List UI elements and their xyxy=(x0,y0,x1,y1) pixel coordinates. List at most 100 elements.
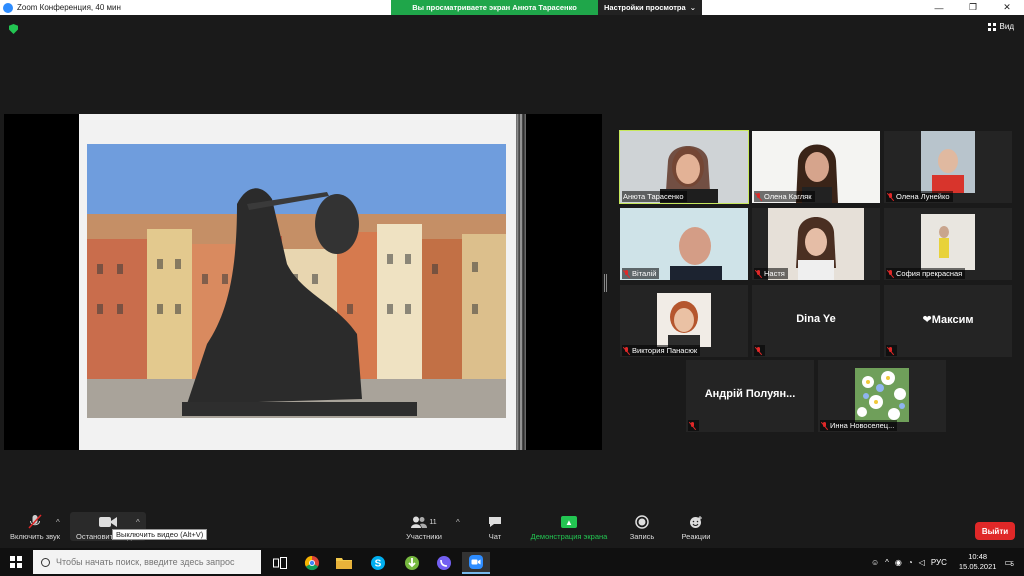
notification-count: 5 xyxy=(1010,561,1014,568)
windows-start-icon[interactable] xyxy=(10,556,22,568)
share-banner: Вы просматриваете экран Анюта Тарасенко xyxy=(391,0,598,15)
participant-display-name: ❤Максим xyxy=(922,314,974,326)
keyboard-language[interactable]: РУС xyxy=(931,558,947,567)
participants-icon: 11 xyxy=(411,512,437,532)
presentation-slide xyxy=(79,114,516,450)
video-tile[interactable]: Анюта Тарасенко xyxy=(619,130,749,204)
video-tile[interactable]: Настя xyxy=(752,208,880,280)
view-button-label: Вид xyxy=(999,22,1014,31)
reactions-button[interactable]: Реакции xyxy=(676,512,716,541)
view-button[interactable]: Вид xyxy=(987,22,1014,31)
view-settings-button[interactable]: Настройки просмотра ⌄ xyxy=(598,0,702,15)
share-screen-button[interactable]: ▲ Демонстрация экрана xyxy=(524,512,614,541)
mic-off-icon xyxy=(821,421,828,430)
mic-off-icon xyxy=(689,421,696,430)
participant-name-label: Инна Новоселец... xyxy=(820,420,898,431)
system-tray: ☺ ^ ◉ ◔ ◁ РУС 10:48 15.05.2021 ▭ 5 xyxy=(871,548,1024,576)
mic-off-icon xyxy=(887,192,894,201)
close-button[interactable]: ✕ xyxy=(990,0,1024,15)
volume-icon[interactable]: ◁ xyxy=(919,558,925,567)
share-screen-icon: ▲ xyxy=(561,516,577,528)
record-icon xyxy=(635,512,649,532)
participant-name-label xyxy=(688,420,699,431)
participants-button[interactable]: 11 Участники xyxy=(400,512,448,541)
skype-icon: S xyxy=(371,556,385,570)
wifi-icon[interactable]: ◔ xyxy=(908,558,913,567)
participants-count: 11 xyxy=(429,518,437,526)
participant-display-name: Андрій Полуян... xyxy=(704,388,796,400)
participant-name-label: Виктория Панасюк xyxy=(622,345,701,356)
audio-options-caret[interactable]: ^ xyxy=(56,518,60,527)
record-label: Запись xyxy=(629,532,655,541)
video-tile[interactable]: Олена Лунейко xyxy=(884,131,1012,203)
minimize-button[interactable]: — xyxy=(922,0,956,15)
mic-off-icon xyxy=(755,192,762,201)
maximize-button[interactable]: ❐ xyxy=(956,0,990,15)
video-tile[interactable]: Dina Ye xyxy=(752,285,880,357)
participant-name-label: Олена Кагляк xyxy=(754,191,815,202)
participant-name-label xyxy=(754,345,765,356)
video-tile[interactable]: Андрій Полуян... xyxy=(686,360,814,432)
chat-label: Чат xyxy=(488,532,502,541)
taskbar-search-box[interactable] xyxy=(33,550,261,574)
leave-meeting-button[interactable]: Выйти xyxy=(975,522,1015,540)
resize-handle[interactable] xyxy=(604,274,607,292)
shared-screen xyxy=(4,114,602,450)
viber-icon xyxy=(437,556,451,570)
chat-bubble-icon xyxy=(488,512,502,532)
taskbar-search-input[interactable] xyxy=(56,557,256,567)
mic-off-icon xyxy=(887,269,894,278)
chevron-down-icon: ⌄ xyxy=(689,3,696,12)
zoom-app-icon xyxy=(3,2,13,13)
video-tile[interactable]: Олена Кагляк xyxy=(752,131,880,203)
reactions-label: Реакции xyxy=(681,532,711,541)
participant-name-label xyxy=(886,345,897,356)
mic-off-icon xyxy=(623,269,630,278)
slide-scrollbar[interactable] xyxy=(516,114,526,450)
torrent-taskbar-button[interactable] xyxy=(398,552,426,574)
participant-name-label: София прекрасная xyxy=(886,268,966,279)
participant-display-name: Dina Ye xyxy=(796,313,836,325)
chat-button[interactable]: Чат xyxy=(478,512,512,541)
mic-off-icon xyxy=(755,346,762,355)
encryption-shield-icon[interactable] xyxy=(9,24,18,34)
slide-photo xyxy=(87,144,506,418)
unmute-label: Включить звук xyxy=(9,532,61,541)
people-icon[interactable]: ☺ xyxy=(871,558,879,567)
mic-muted-icon xyxy=(28,512,42,532)
task-view-button[interactable] xyxy=(266,552,294,574)
participant-name-label: Настя xyxy=(754,268,788,279)
folder-icon xyxy=(336,558,352,569)
windows-taskbar: S ☺ ^ ◉ ◔ ◁ РУС 10:48 15.05.2021 ▭ 5 xyxy=(0,548,1024,576)
warsaw-mermaid-photo xyxy=(87,144,506,418)
video-tile[interactable]: Инна Новоселец... xyxy=(818,360,946,432)
clock-time: 10:48 xyxy=(968,552,988,561)
record-button[interactable]: Запись xyxy=(624,512,660,541)
clock[interactable]: 10:48 15.05.2021 xyxy=(959,552,997,572)
search-icon xyxy=(41,557,50,567)
svg-text:S: S xyxy=(375,559,382,570)
video-tile[interactable]: София прекрасная xyxy=(884,208,1012,280)
participant-name-label: Віталій xyxy=(622,268,660,279)
tray-chevron-icon[interactable]: ^ xyxy=(885,558,889,567)
skype-taskbar-button[interactable]: S xyxy=(364,552,392,574)
chrome-taskbar-button[interactable] xyxy=(298,552,326,574)
window-controls: — ❐ ✕ xyxy=(922,0,1024,15)
participants-label: Участники xyxy=(406,532,442,541)
notifications-button[interactable]: ▭ 5 xyxy=(1004,558,1014,568)
video-options-caret[interactable]: ^ xyxy=(136,518,140,527)
mic-off-icon xyxy=(623,346,630,355)
mic-off-icon xyxy=(887,346,894,355)
video-tile[interactable]: Віталій xyxy=(620,208,748,280)
explorer-taskbar-button[interactable] xyxy=(330,552,358,574)
participants-options-caret[interactable]: ^ xyxy=(456,518,460,527)
video-tile[interactable]: ❤Максим xyxy=(884,285,1012,357)
smiley-icon xyxy=(689,512,703,532)
network-icon[interactable]: ◉ xyxy=(895,558,902,567)
share-screen-label: Демонстрация экрана xyxy=(530,532,608,541)
video-tile[interactable]: Виктория Панасюк xyxy=(620,285,748,357)
participant-name-label: Анюта Тарасенко xyxy=(622,191,687,202)
zoom-taskbar-button[interactable] xyxy=(462,552,490,574)
viber-taskbar-button[interactable] xyxy=(430,552,458,574)
task-view-icon xyxy=(273,557,287,569)
